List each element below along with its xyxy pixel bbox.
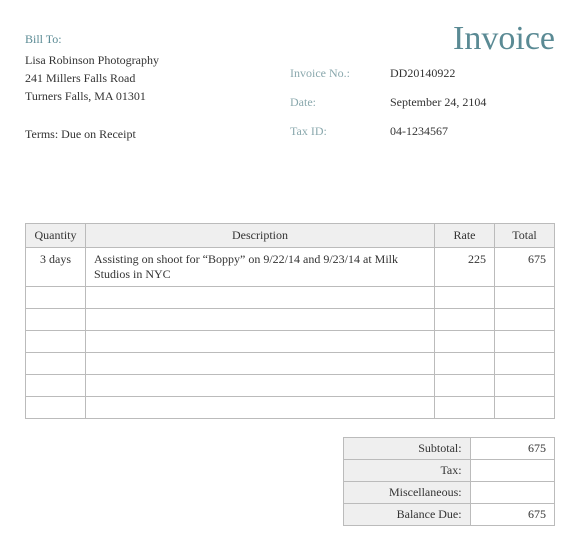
misc-label: Miscellaneous:: [344, 482, 471, 504]
misc-value: [470, 482, 554, 504]
cell-total: [495, 309, 555, 331]
table-row: [26, 309, 555, 331]
cell-quantity: [26, 397, 86, 419]
bill-to-city: Turners Falls, MA 01301: [25, 87, 290, 105]
table-row: [26, 353, 555, 375]
cell-rate: [435, 397, 495, 419]
cell-rate: [435, 287, 495, 309]
cell-description: [86, 397, 435, 419]
bill-to-name: Lisa Robinson Photography: [25, 51, 290, 69]
cell-quantity: [26, 331, 86, 353]
cell-quantity: [26, 287, 86, 309]
cell-rate: [435, 353, 495, 375]
col-description: Description: [86, 224, 435, 248]
misc-row: Miscellaneous:: [344, 482, 555, 504]
subtotal-value: 675: [470, 438, 554, 460]
cell-total: [495, 353, 555, 375]
col-quantity: Quantity: [26, 224, 86, 248]
tax-id-label: Tax ID:: [290, 124, 390, 139]
cell-quantity: [26, 309, 86, 331]
table-header-row: Quantity Description Rate Total: [26, 224, 555, 248]
cell-total: [495, 375, 555, 397]
cell-rate: [435, 309, 495, 331]
date-label: Date:: [290, 95, 390, 110]
tax-value: [470, 460, 554, 482]
bill-to-street: 241 Millers Falls Road: [25, 69, 290, 87]
cell-rate: [435, 331, 495, 353]
cell-total: [495, 331, 555, 353]
meta-row-date: Date: September 24, 2104: [290, 95, 555, 110]
subtotal-row: Subtotal: 675: [344, 438, 555, 460]
cell-total: [495, 287, 555, 309]
table-row: [26, 287, 555, 309]
header: Bill To: Lisa Robinson Photography 241 M…: [25, 20, 555, 153]
table-row: [26, 375, 555, 397]
cell-quantity: [26, 353, 86, 375]
bill-to-label: Bill To:: [25, 32, 290, 47]
meta-block: Invoice Invoice No.: DD20140922 Date: Se…: [290, 20, 555, 153]
invoice-no-value: DD20140922: [390, 66, 555, 81]
cell-description: [86, 309, 435, 331]
tax-id-value: 04-1234567: [390, 124, 555, 139]
tax-label: Tax:: [344, 460, 471, 482]
terms: Terms: Due on Receipt: [25, 127, 290, 142]
balance-value: 675: [470, 504, 554, 526]
bill-to-block: Bill To: Lisa Robinson Photography 241 M…: [25, 20, 290, 153]
cell-total: 675: [495, 248, 555, 287]
items-table: Quantity Description Rate Total 3 daysAs…: [25, 223, 555, 419]
page-title: Invoice: [290, 20, 555, 58]
meta-row-invoice-no: Invoice No.: DD20140922: [290, 66, 555, 81]
subtotal-label: Subtotal:: [344, 438, 471, 460]
cell-rate: [435, 375, 495, 397]
cell-total: [495, 397, 555, 419]
cell-description: [86, 287, 435, 309]
table-row: [26, 331, 555, 353]
cell-description: [86, 353, 435, 375]
invoice-no-label: Invoice No.:: [290, 66, 390, 81]
date-value: September 24, 2104: [390, 95, 555, 110]
cell-description: [86, 331, 435, 353]
table-row: 3 daysAssisting on shoot for “Boppy” on …: [26, 248, 555, 287]
spacer: [25, 163, 555, 223]
balance-row: Balance Due: 675: [344, 504, 555, 526]
cell-quantity: 3 days: [26, 248, 86, 287]
cell-quantity: [26, 375, 86, 397]
totals-table: Subtotal: 675 Tax: Miscellaneous: Balanc…: [343, 437, 555, 526]
meta-row-tax-id: Tax ID: 04-1234567: [290, 124, 555, 139]
cell-rate: 225: [435, 248, 495, 287]
col-total: Total: [495, 224, 555, 248]
table-row: [26, 397, 555, 419]
cell-description: [86, 375, 435, 397]
tax-row: Tax:: [344, 460, 555, 482]
col-rate: Rate: [435, 224, 495, 248]
cell-description: Assisting on shoot for “Boppy” on 9/22/1…: [86, 248, 435, 287]
balance-label: Balance Due:: [344, 504, 471, 526]
